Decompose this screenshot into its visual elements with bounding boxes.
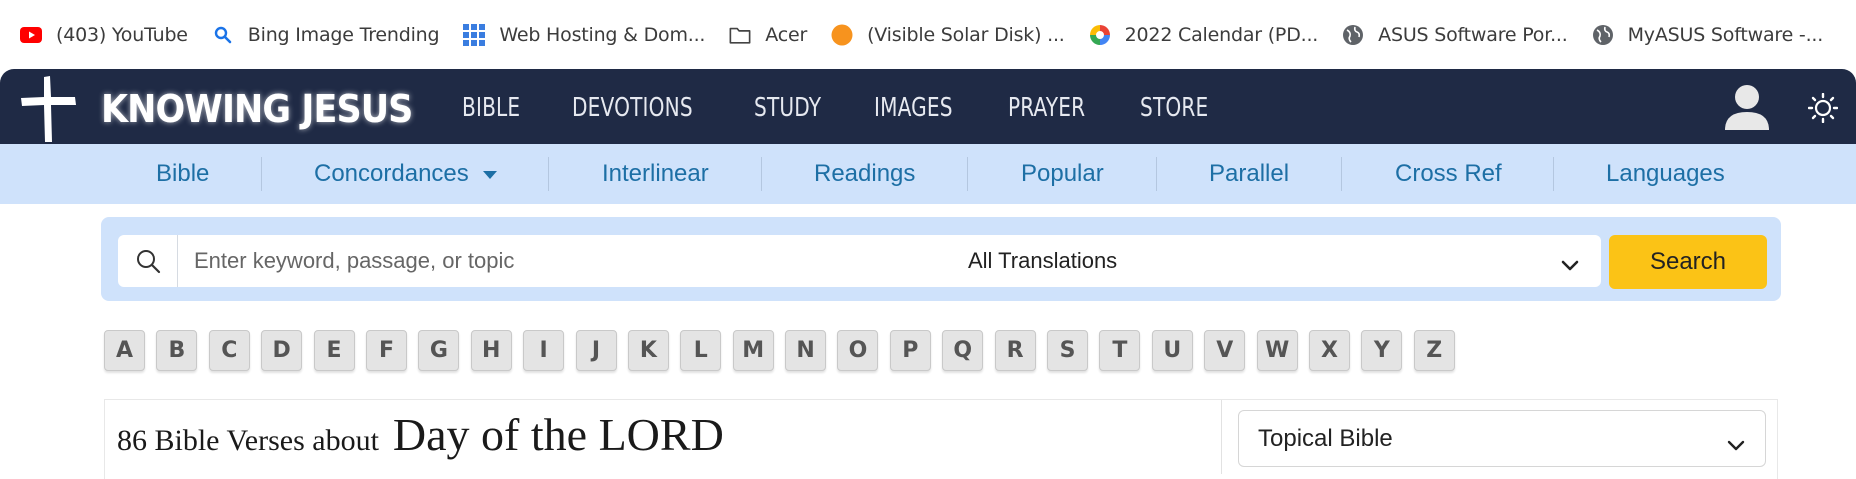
- calendar-logo-icon: [1089, 24, 1111, 46]
- nav-study[interactable]: STUDY: [754, 93, 821, 123]
- bookmark-bing[interactable]: Bing Image Trending: [212, 15, 440, 55]
- subnav-divider: [548, 157, 549, 191]
- letter-g[interactable]: G: [418, 330, 460, 371]
- subnav-parallel[interactable]: Parallel: [1209, 144, 1289, 204]
- letter-i[interactable]: I: [523, 330, 565, 371]
- subnav-divider: [1341, 157, 1342, 191]
- subnav-cross-ref[interactable]: Cross Ref: [1395, 144, 1502, 204]
- subnav-interlinear[interactable]: Interlinear: [602, 144, 709, 204]
- letter-z[interactable]: Z: [1413, 330, 1455, 371]
- translation-select-value: All Translations: [968, 248, 1118, 273]
- bookmarks-bar: (403) YouTube Bing Image Trending Web Ho…: [0, 0, 1856, 69]
- letter-b[interactable]: B: [156, 330, 198, 371]
- letter-q[interactable]: Q: [942, 330, 984, 371]
- letter-a[interactable]: A: [104, 330, 145, 371]
- letter-f[interactable]: F: [365, 330, 407, 371]
- subnav-divider: [761, 157, 762, 191]
- bookmark-label: Acer: [765, 23, 808, 46]
- letter-h[interactable]: H: [470, 330, 512, 371]
- search-button[interactable]: Search: [1609, 235, 1767, 289]
- bookmark-label: Bing Image Trending: [247, 23, 440, 46]
- bookmark-label: MyASUS Software -...: [1627, 23, 1824, 46]
- translation-select[interactable]: All Translations: [945, 235, 1601, 287]
- letter-r[interactable]: R: [994, 330, 1036, 371]
- panel-divider: [1221, 400, 1222, 474]
- letter-s[interactable]: S: [1047, 330, 1089, 371]
- letter-e[interactable]: E: [313, 330, 355, 371]
- topical-bible-select-value: Topical Bible: [1258, 424, 1393, 452]
- bookmark-calendar[interactable]: 2022 Calendar (PD...: [1089, 15, 1319, 55]
- search-icon: [118, 235, 178, 287]
- bookmark-myasus[interactable]: MyASUS Software -...: [1592, 15, 1823, 55]
- letter-j[interactable]: J: [575, 330, 617, 371]
- bookmark-label: Web Hosting & Dom...: [499, 23, 706, 46]
- bookmark-label: (Visible Solar Disk) ...: [867, 23, 1065, 46]
- subnav-divider: [1553, 157, 1554, 191]
- letter-l[interactable]: L: [680, 330, 722, 371]
- subnav-popular[interactable]: Popular: [1021, 144, 1104, 204]
- subnav-readings[interactable]: Readings: [814, 144, 915, 204]
- orange-circle-icon: [831, 24, 853, 46]
- bookmark-solar-disk[interactable]: (Visible Solar Disk) ...: [831, 15, 1065, 55]
- search-box: [118, 235, 1037, 287]
- topical-bible-select[interactable]: Topical Bible: [1238, 410, 1766, 467]
- youtube-icon: [20, 24, 42, 46]
- letter-u[interactable]: U: [1151, 330, 1193, 371]
- letter-p[interactable]: P: [889, 330, 931, 371]
- cross-logo-icon[interactable]: [20, 75, 78, 148]
- topic-title: Day of the LORD: [392, 409, 724, 460]
- bookmark-folder-acer[interactable]: Acer: [729, 15, 807, 55]
- letter-o[interactable]: O: [837, 330, 879, 371]
- site-brand[interactable]: KNOWING JESUS: [101, 87, 413, 131]
- letter-t[interactable]: T: [1099, 330, 1141, 371]
- subnav-bible[interactable]: Bible: [156, 144, 209, 204]
- verse-count-prefix: 86 Bible Verses about: [117, 424, 379, 457]
- alphabet-index: A B C D E F G H I J K L M N O P Q R S T …: [104, 330, 1466, 371]
- letter-k[interactable]: K: [627, 330, 669, 371]
- search-input[interactable]: [194, 235, 1014, 287]
- bookmark-youtube[interactable]: (403) YouTube: [20, 15, 188, 55]
- subnav-concordances-label: Concordances: [314, 160, 469, 187]
- bookmark-asus-portal[interactable]: ASUS Software Por...: [1342, 15, 1568, 55]
- subnav-languages[interactable]: Languages: [1606, 144, 1725, 204]
- main-nav: KNOWING JESUS BIBLE DEVOTIONS STUDY IMAG…: [0, 69, 1856, 144]
- bookmark-label: ASUS Software Por...: [1378, 23, 1568, 46]
- letter-d[interactable]: D: [261, 330, 303, 371]
- subnav-divider: [1156, 157, 1157, 191]
- globe-icon: [1342, 24, 1364, 46]
- subnav-concordances[interactable]: Concordances: [314, 144, 497, 204]
- letter-w[interactable]: W: [1256, 330, 1298, 371]
- nav-images[interactable]: IMAGES: [874, 93, 953, 123]
- theme-toggle-sun-icon[interactable]: [1807, 92, 1839, 128]
- folder-icon: [729, 24, 751, 46]
- nav-bible[interactable]: BIBLE: [462, 93, 520, 123]
- nav-devotions[interactable]: DEVOTIONS: [572, 93, 693, 123]
- chevron-down-icon: [1561, 252, 1579, 278]
- letter-v[interactable]: V: [1204, 330, 1246, 371]
- search-bar: All Translations Search: [101, 217, 1781, 301]
- grid-icon: [463, 23, 486, 46]
- letter-x[interactable]: X: [1308, 330, 1350, 371]
- bookmark-label: 2022 Calendar (PD...: [1124, 23, 1319, 46]
- search-icon: [212, 24, 234, 46]
- letter-y[interactable]: Y: [1361, 330, 1403, 371]
- page-title: 86 Bible Verses about Day of the LORD: [117, 408, 724, 461]
- subnav-divider: [967, 157, 968, 191]
- letter-m[interactable]: M: [732, 330, 774, 371]
- bookmark-label: (403) YouTube: [56, 23, 188, 46]
- nav-prayer[interactable]: PRAYER: [1008, 93, 1085, 123]
- globe-icon: [1592, 24, 1614, 46]
- subnav-divider: [261, 157, 262, 191]
- bookmark-web-hosting[interactable]: Web Hosting & Dom...: [463, 15, 705, 55]
- primary-nav-links: BIBLE DEVOTIONS STUDY IMAGES PRAYER STOR…: [462, 93, 1261, 123]
- letter-n[interactable]: N: [785, 330, 827, 371]
- caret-down-icon: [482, 171, 497, 179]
- nav-store[interactable]: STORE: [1140, 93, 1208, 123]
- letter-c[interactable]: C: [208, 330, 250, 371]
- sub-nav: Bible Concordances Interlinear Readings …: [0, 144, 1856, 204]
- chevron-down-icon: [1727, 431, 1745, 459]
- user-account-icon[interactable]: [1722, 83, 1772, 136]
